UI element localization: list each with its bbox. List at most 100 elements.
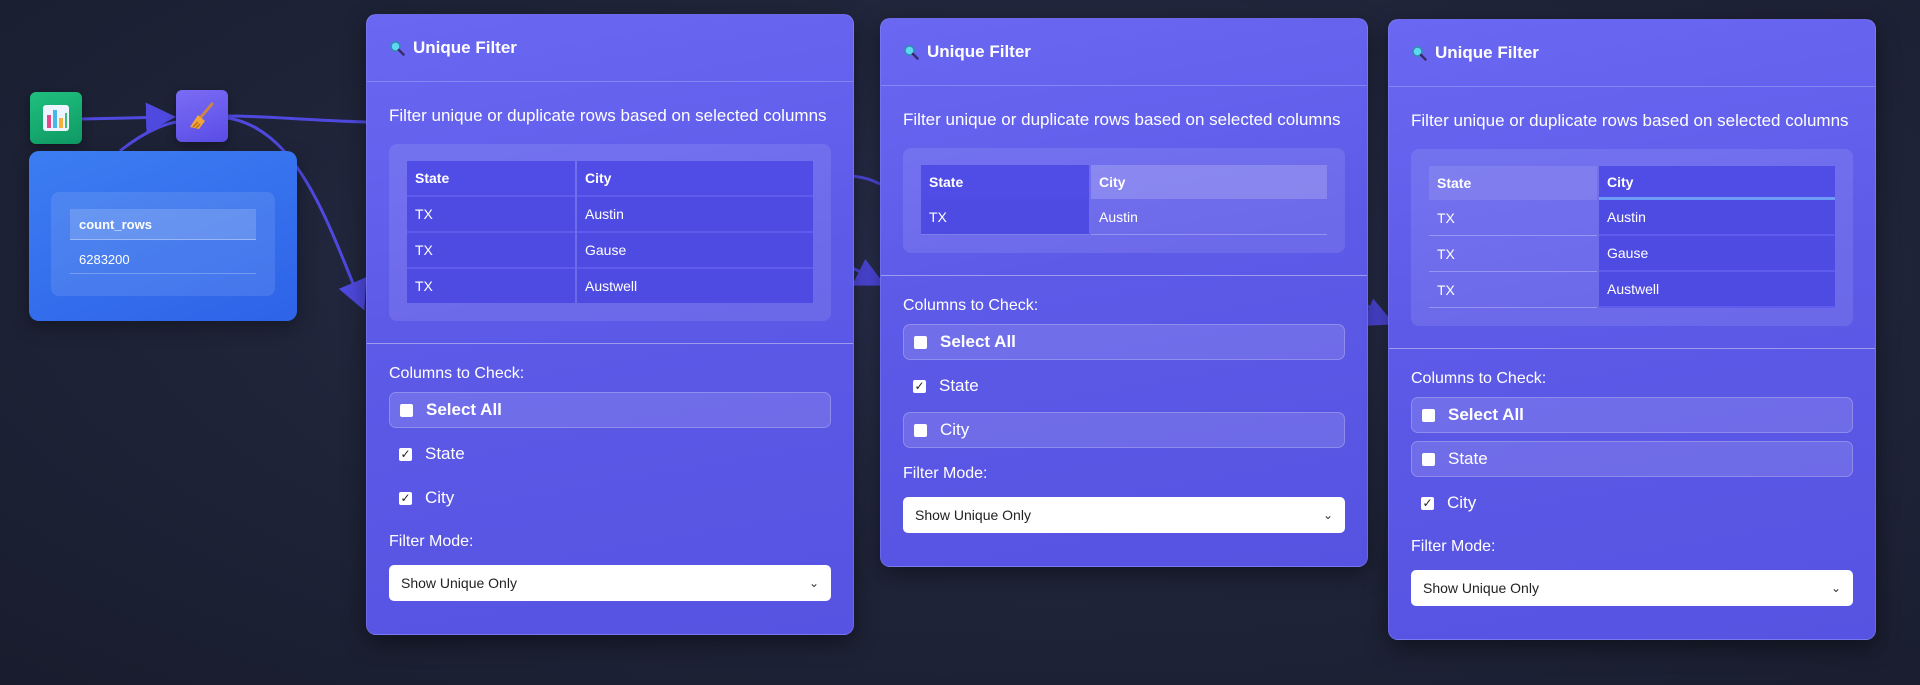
checkbox-checked[interactable]: ✓ (399, 447, 412, 461)
table-row: TX Gause (407, 231, 813, 267)
table-row: TX Austin (1429, 200, 1835, 236)
panel-title: Unique Filter (927, 42, 1031, 61)
table-cell: Gause (577, 231, 813, 267)
table-cell: TX (1429, 272, 1597, 308)
table-row: TX Gause (1429, 236, 1835, 272)
edge-count-to-broom (119, 120, 177, 153)
checkbox-unchecked[interactable] (914, 423, 927, 437)
broom-icon (190, 102, 214, 129)
chart-node[interactable] (30, 92, 82, 144)
column-header-state[interactable]: State (921, 165, 1089, 199)
unique-filter-panel-2[interactable]: Unique Filter Filter unique or duplicate… (880, 18, 1368, 567)
filter-mode-select[interactable]: Show Unique Only ⌄ (1411, 570, 1853, 606)
select-all-checkbox[interactable]: Select All (1411, 397, 1853, 433)
table-cell: Austin (577, 195, 813, 231)
table-row: TX Austin (921, 199, 1327, 235)
panel-description: Filter unique or duplicate rows based on… (389, 106, 827, 125)
select-all-label: Select All (940, 332, 1016, 351)
table-cell: TX (1429, 236, 1597, 272)
count-column-header: count_rows (70, 209, 256, 240)
checkbox-unchecked[interactable] (1422, 452, 1435, 466)
table-cell: Austwell (577, 267, 813, 303)
checkbox-unchecked[interactable] (1422, 408, 1435, 422)
count-value: 6283200 (70, 244, 256, 274)
checkbox-unchecked[interactable] (914, 335, 927, 349)
city-checkbox[interactable]: City (903, 412, 1345, 448)
filter-mode-label: Filter Mode: (389, 533, 474, 550)
preview-table: State City TX Austin TX Gause TX Austwel… (1411, 149, 1853, 326)
panel-header: Unique Filter (881, 19, 1367, 86)
edge-panel1-to-panel2-lower (851, 258, 886, 286)
filter-mode-value: Show Unique Only (915, 507, 1031, 523)
unique-filter-panel-1[interactable]: Unique Filter Filter unique or duplicate… (366, 14, 854, 635)
checkbox-checked[interactable]: ✓ (913, 379, 926, 393)
edge-broom-to-panel1 (227, 114, 367, 124)
table-cell: Austwell (1599, 272, 1835, 308)
column-header-city[interactable]: City (1599, 166, 1835, 200)
column-header-state[interactable]: State (1429, 166, 1597, 200)
table-cell: Gause (1599, 236, 1835, 272)
table-cell: Austin (1599, 200, 1835, 236)
chevron-down-icon: ⌄ (808, 576, 819, 590)
state-label: State (939, 376, 979, 395)
table-cell: Austin (1091, 199, 1327, 235)
table-cell: TX (407, 267, 575, 303)
bar-chart-icon (43, 105, 69, 131)
columns-to-check-label: Columns to Check: (903, 297, 1039, 314)
state-checkbox[interactable]: State (1411, 441, 1853, 477)
magnifier-icon (1412, 46, 1427, 61)
checkbox-checked[interactable]: ✓ (1421, 496, 1434, 510)
table-cell: TX (407, 231, 575, 267)
edge-panel2-to-panel3 (1360, 298, 1395, 326)
table-cell: TX (921, 199, 1089, 235)
filter-mode-label: Filter Mode: (1411, 538, 1496, 555)
panel-description: Filter unique or duplicate rows based on… (903, 110, 1341, 129)
preview-table: State City TX Austin (903, 148, 1345, 253)
state-checkbox[interactable]: ✓ State (389, 436, 831, 472)
city-label: City (1447, 493, 1477, 512)
table-row: TX Austwell (407, 267, 813, 303)
table-cell: TX (407, 195, 575, 231)
city-checkbox[interactable]: ✓ City (389, 480, 831, 516)
table-row: TX Austin (407, 195, 813, 231)
table-header-row: State City (407, 161, 813, 195)
preview-table: State City TX Austin TX Gause TX Austwel… (389, 144, 831, 321)
panel-title: Unique Filter (413, 38, 517, 57)
magnifier-icon (904, 45, 919, 60)
column-header-city[interactable]: City (577, 161, 813, 195)
panel-title: Unique Filter (1435, 43, 1539, 62)
table-header-row: State City (921, 165, 1327, 199)
filter-mode-select[interactable]: Show Unique Only ⌄ (389, 565, 831, 601)
state-label: State (425, 444, 465, 463)
select-all-label: Select All (426, 400, 502, 419)
edge-chart-to-broom (81, 102, 176, 133)
broom-node[interactable] (176, 90, 228, 142)
select-all-checkbox[interactable]: Select All (389, 392, 831, 428)
count-table: count_rows 6283200 (51, 192, 275, 296)
column-header-state[interactable]: State (407, 161, 575, 195)
table-row: TX Austwell (1429, 272, 1835, 308)
filter-mode-value: Show Unique Only (1423, 580, 1539, 596)
magnifier-icon (390, 41, 405, 56)
count-rows-node[interactable]: count_rows 6283200 (29, 151, 297, 321)
panel-description: Filter unique or duplicate rows based on… (1411, 111, 1849, 130)
select-all-checkbox[interactable]: Select All (903, 324, 1345, 360)
checkbox-checked[interactable]: ✓ (399, 491, 412, 505)
state-checkbox[interactable]: ✓ State (903, 368, 1345, 404)
columns-to-check-label: Columns to Check: (1411, 370, 1547, 387)
filter-mode-value: Show Unique Only (401, 575, 517, 591)
filter-mode-label: Filter Mode: (903, 465, 988, 482)
filter-mode-select[interactable]: Show Unique Only ⌄ (903, 497, 1345, 533)
panel-header: Unique Filter (367, 15, 853, 82)
chevron-down-icon: ⌄ (1322, 508, 1333, 522)
select-all-label: Select All (1448, 405, 1524, 424)
columns-to-check-label: Columns to Check: (389, 365, 525, 382)
table-header-row: State City (1429, 166, 1835, 200)
column-header-city[interactable]: City (1091, 165, 1327, 199)
city-label: City (425, 488, 455, 507)
chevron-down-icon: ⌄ (1830, 581, 1841, 595)
panel-header: Unique Filter (1389, 20, 1875, 87)
unique-filter-panel-3[interactable]: Unique Filter Filter unique or duplicate… (1388, 19, 1876, 640)
checkbox-unchecked[interactable] (400, 403, 413, 417)
city-checkbox[interactable]: ✓ City (1411, 485, 1853, 521)
